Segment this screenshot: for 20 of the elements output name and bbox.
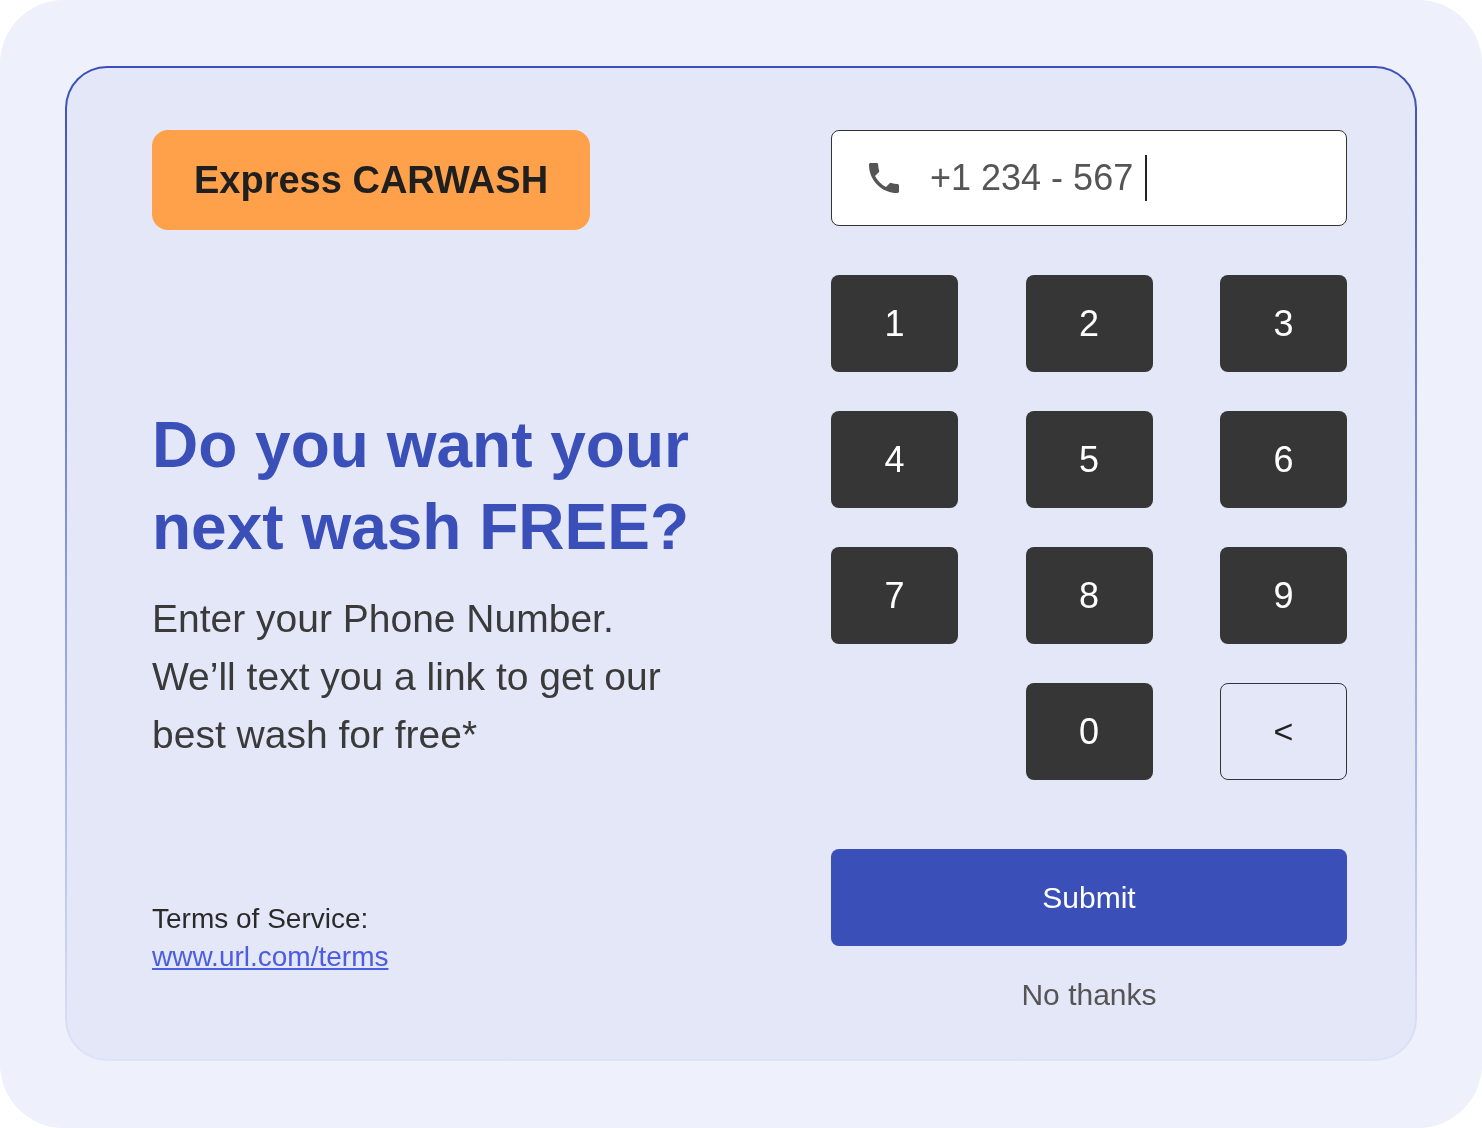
backspace-key[interactable]: < [1220,683,1347,780]
digit-key[interactable]: 1 [831,275,958,372]
digit-key[interactable]: 3 [1220,275,1347,372]
terms-link[interactable]: www.url.com/terms [152,938,389,976]
digit-key[interactable]: 7 [831,547,958,644]
digit-key[interactable]: 5 [1025,411,1153,508]
headline: Do you want your next wash FREE? [152,408,689,565]
digit-key[interactable]: 8 [1025,547,1153,644]
digit-key[interactable]: 0 [1025,683,1153,780]
terms-label: Terms of Service: [152,902,369,936]
digit-key[interactable]: 6 [1220,411,1347,508]
submit-button[interactable]: Submit [831,849,1347,946]
phone-field[interactable]: +1 234 - 567 [831,130,1347,226]
no-thanks-link[interactable]: No thanks [1021,976,1157,1014]
digit-key[interactable]: 2 [1025,275,1153,372]
brand-badge: Express CARWASH [152,130,591,230]
digit-key[interactable]: 9 [1220,547,1347,644]
phone-number-value: +1 234 - 567 [930,156,1134,200]
description-text: Enter your Phone Number. We’ll text you a link to get our best wash for free* [152,596,661,758]
digit-key[interactable]: 4 [831,411,958,508]
